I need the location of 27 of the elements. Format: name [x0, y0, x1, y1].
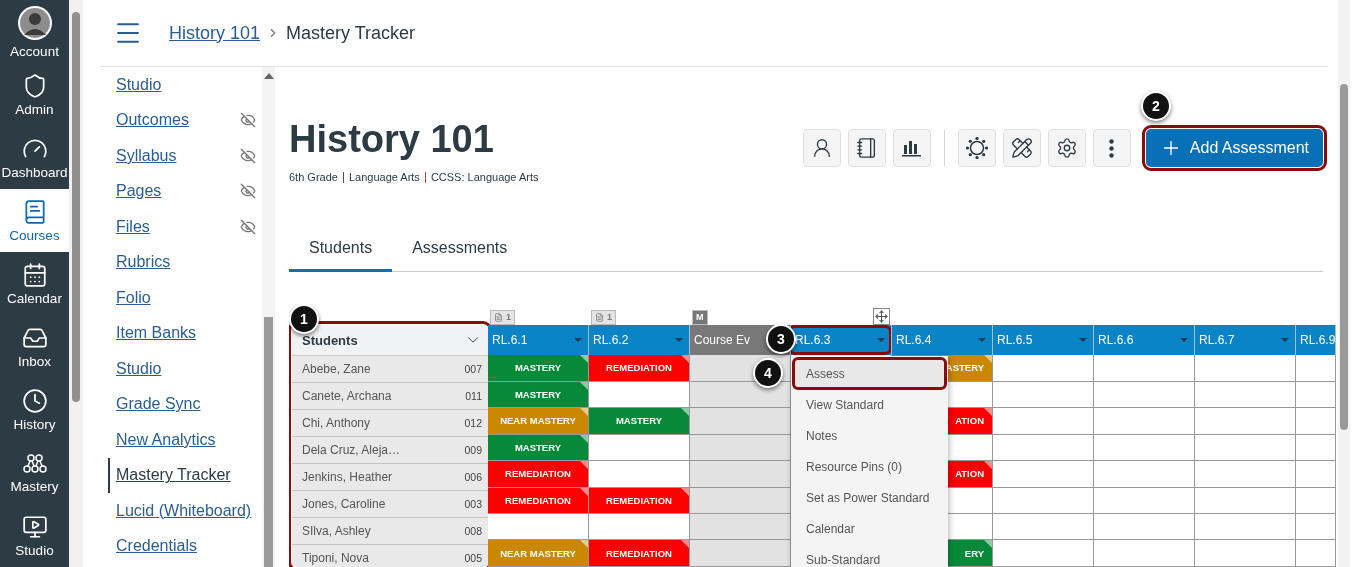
student-name: Canete, Archana: [302, 389, 392, 403]
student-name: Jones, Caroline: [302, 497, 386, 511]
student-name: SIlva, Ashley: [302, 524, 371, 538]
student-name: Dela Cruz, Aleja…: [302, 443, 401, 457]
callout-tooltip: 1: [289, 304, 319, 334]
student-name: Jenkins, Heather: [302, 470, 393, 484]
student-name: Abebe, Zane: [302, 362, 371, 376]
course-meta: CCSS: Language Arts: [430, 171, 539, 183]
student-id: 009: [464, 444, 482, 456]
student-name: Chi, Anthony: [302, 416, 371, 430]
note-count-badge: 1: [490, 309, 515, 325]
students-header: Students: [302, 332, 358, 348]
student-name: Tiponi, Nova: [302, 551, 369, 565]
callout-tooltip: 2: [1140, 91, 1171, 121]
mark-badge: M: [692, 309, 708, 325]
student-id: 007: [464, 363, 482, 375]
course-title: History 101: [289, 117, 495, 161]
note-count-badge: 1: [591, 309, 616, 325]
breadcrumb-current: Mastery Tracker: [286, 22, 416, 44]
course-meta: Language Arts: [348, 171, 420, 183]
student-id: 005: [464, 552, 482, 564]
student-id: 012: [464, 417, 482, 429]
course-meta: 6th Grade: [289, 171, 338, 183]
student-id: 008: [464, 525, 482, 537]
student-id: 006: [464, 471, 482, 483]
student-id: 003: [464, 498, 482, 510]
student-id: 011: [465, 390, 482, 402]
